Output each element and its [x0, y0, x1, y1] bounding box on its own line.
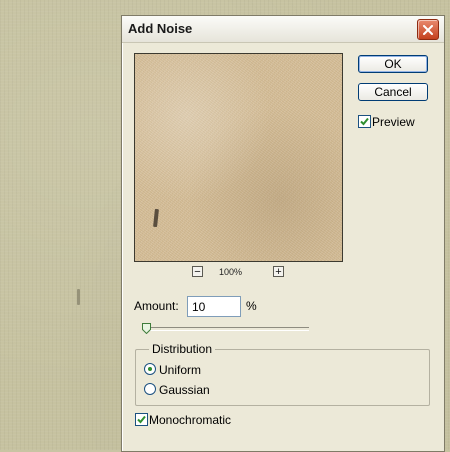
- radio-selected-dot: [148, 367, 152, 371]
- preview-label: Preview: [372, 115, 415, 129]
- close-button[interactable]: [417, 19, 439, 40]
- zoom-level: 100%: [219, 267, 243, 277]
- distribution-group: [135, 349, 430, 406]
- monochromatic-label: Monochromatic: [149, 413, 232, 427]
- amount-slider-track[interactable]: [143, 327, 309, 331]
- cancel-button[interactable]: Cancel: [358, 83, 428, 101]
- dialog-title: Add Noise: [128, 21, 193, 36]
- checkmark-icon: [137, 415, 146, 424]
- background-mark: [77, 289, 80, 305]
- slider-thumb-icon: [142, 323, 152, 335]
- gaussian-radio[interactable]: [144, 383, 156, 395]
- uniform-label: Uniform: [159, 363, 202, 377]
- distribution-title: Distribution: [149, 342, 216, 356]
- amount-input[interactable]: [187, 296, 241, 317]
- zoom-out-button[interactable]: −: [192, 266, 203, 278]
- amount-label: Amount:: [134, 299, 179, 313]
- monochromatic-checkbox[interactable]: [135, 413, 148, 426]
- amount-slider-thumb[interactable]: [142, 321, 152, 335]
- amount-unit: %: [246, 299, 257, 313]
- title-bar[interactable]: Add Noise: [122, 16, 444, 43]
- noise-preview[interactable]: [134, 53, 343, 262]
- add-noise-dialog: Add Noise − 100% + OK Cancel Preview Amo…: [121, 15, 445, 452]
- uniform-radio[interactable]: [144, 363, 156, 375]
- preview-checkbox[interactable]: [358, 115, 371, 128]
- ok-button[interactable]: OK: [358, 55, 428, 73]
- close-icon: [423, 24, 433, 35]
- zoom-in-button[interactable]: +: [273, 266, 284, 278]
- checkmark-icon: [360, 117, 369, 126]
- gaussian-label: Gaussian: [159, 383, 210, 397]
- preview-mark: [153, 208, 159, 228]
